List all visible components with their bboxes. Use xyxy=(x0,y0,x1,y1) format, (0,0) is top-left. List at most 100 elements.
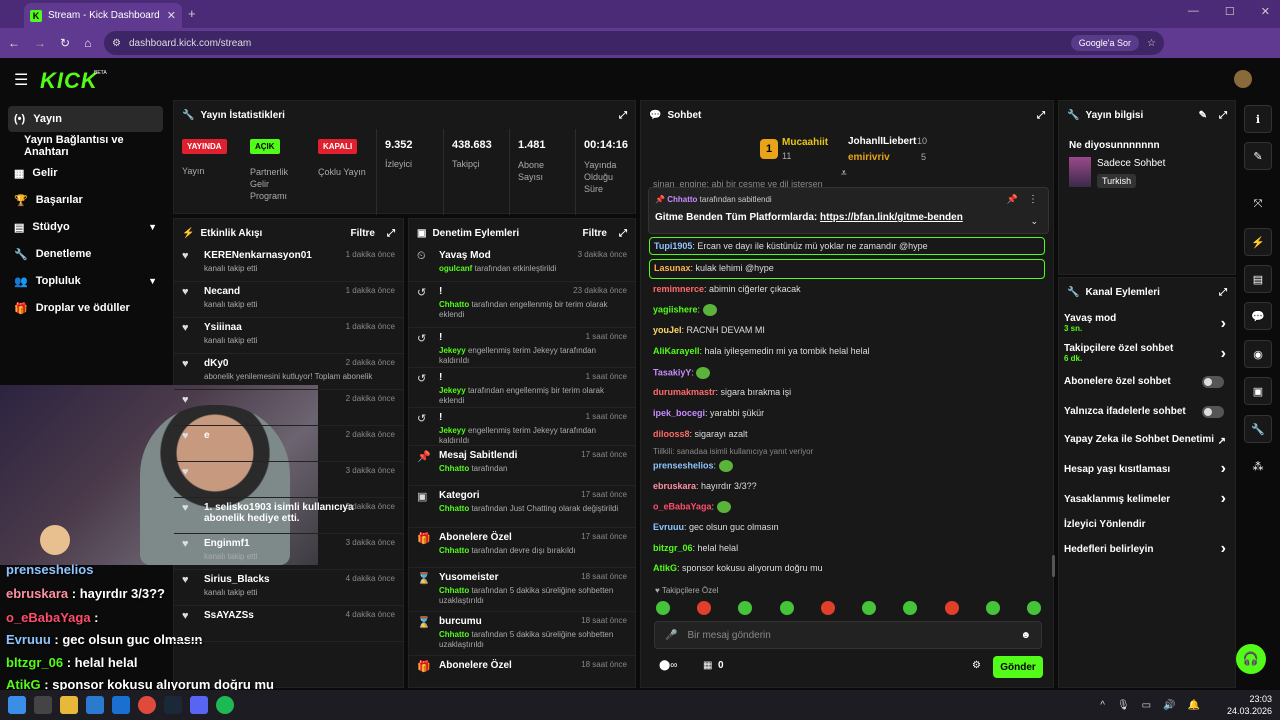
moderation-user[interactable]: Jekeyy xyxy=(439,426,466,435)
activity-item[interactable]: ♥ 1. selisko1903 isimli kullanıcıya abone… xyxy=(174,498,403,534)
activity-item[interactable]: ♥ Ysiiinaa kanalı takip etti 1 dakika önce xyxy=(174,318,403,354)
chat-message[interactable]: remimnerce: abimin ciğerler çıkacak xyxy=(653,284,801,294)
info-icon[interactable]: ℹ xyxy=(1244,105,1272,133)
moderation-item[interactable]: ⌛ Yusomeister Chhatto tarafından 5 dakika … xyxy=(409,568,635,612)
chat-message[interactable]: Lasunax: kulak lehimi @hype xyxy=(649,259,1045,279)
steam-icon[interactable] xyxy=(164,696,182,714)
leader-one-name[interactable]: Mucaahiit xyxy=(782,137,828,148)
channel-action-item[interactable]: Yalnızca ifadelerle sohbet xyxy=(1064,406,1230,418)
moderation-item[interactable]: 🎁 Abonelere Özel Chhatto tarafından devre … xyxy=(409,528,635,568)
chat-username[interactable]: youJel xyxy=(653,325,682,335)
discord-icon[interactable] xyxy=(190,696,208,714)
emoji-picker-icon[interactable]: ☻ xyxy=(1020,630,1031,641)
clock[interactable]: 23:03 24.03.2026 xyxy=(1227,693,1272,717)
popout-icon[interactable]: ⤢ xyxy=(1219,110,1227,121)
gift-icon[interactable]: ▦ xyxy=(703,660,712,671)
moderation-user[interactable]: ogulcanf xyxy=(439,264,472,273)
bookmark-star-icon[interactable]: ☆ xyxy=(1147,38,1156,49)
close-tab-icon[interactable]: ✕ xyxy=(167,9,176,22)
pinned-by-user[interactable]: Chhatto xyxy=(667,195,697,204)
activity-item[interactable]: ♥ e 2 dakika önce xyxy=(174,426,403,462)
chevron-down-icon[interactable]: ⌄ xyxy=(1030,216,1038,227)
moderation-user[interactable]: Jekeyy xyxy=(439,346,466,355)
emote-icon[interactable] xyxy=(862,601,877,615)
address-bar[interactable]: ⚙ dashboard.kick.com/stream Google'a Sor… xyxy=(104,31,1164,55)
edit-pencil-icon[interactable]: ✎ xyxy=(1199,110,1207,121)
chat-message[interactable]: AliKarayell: hala iyileşemedin mi ya tom… xyxy=(653,346,870,356)
maximize-icon[interactable]: ☐ xyxy=(1225,5,1235,18)
new-tab-icon[interactable]: + xyxy=(188,6,196,21)
channel-action-item[interactable]: Yavaş mod 3 sn. › xyxy=(1064,313,1230,333)
channel-points-icon[interactable]: ⬤∞ xyxy=(659,660,677,671)
back-icon[interactable]: ← xyxy=(8,36,20,50)
emote-icon[interactable] xyxy=(697,601,712,615)
tray-chevron-icon[interactable]: ^ xyxy=(1100,700,1105,711)
shield-icon[interactable]: ▣ xyxy=(1244,377,1272,405)
mic-icon[interactable]: 🎙 xyxy=(1117,700,1130,711)
moderation-item[interactable]: 📌 Mesaj Sabitlendi Chhatto tarafından 17 sa… xyxy=(409,446,635,486)
moderation-item[interactable]: ↺! Jekeyy engellenmiş terim Jekeyy tarafı… xyxy=(409,408,635,446)
external-link-icon[interactable]: ↗ xyxy=(1218,436,1226,447)
chat-message[interactable]: durumakmastr: sigara bırakma işi xyxy=(653,387,791,397)
chat-username[interactable]: prenseshelios xyxy=(653,460,714,470)
search-icon[interactable] xyxy=(34,696,52,714)
broadcast-icon[interactable]: ◉ xyxy=(1244,340,1272,368)
more-options-icon[interactable]: ⋮ xyxy=(1028,194,1038,205)
network-icon[interactable]: ▭ xyxy=(1142,700,1151,711)
sidebar-item-droplar[interactable]: 🎁 Droplar ve ödüller xyxy=(8,295,163,321)
channel-action-item[interactable]: Yapay Zeka ile Sohbet Denetimi ↗ xyxy=(1064,434,1230,447)
popout-icon[interactable]: ⤢ xyxy=(1219,287,1227,298)
menu-hamburger-icon[interactable]: ☰ xyxy=(14,70,28,90)
fullscreen-icon[interactable]: ⤧ xyxy=(1244,190,1272,218)
chat-message[interactable]: TasakiyY: xyxy=(653,367,711,379)
language-tag[interactable]: Turkish xyxy=(1097,174,1137,188)
activity-item[interactable]: ♥ Enginmf1 kanalı takip etti 3 dakika önce xyxy=(174,534,403,570)
chat-message[interactable]: yagiishere: xyxy=(653,304,717,316)
chat-username[interactable]: AliKarayell xyxy=(653,346,700,356)
chat-username[interactable]: AtikG xyxy=(653,563,677,573)
activity-item[interactable]: ♥ KERENenkarnasyon01 kanalı takip etti 1 da… xyxy=(174,246,403,282)
moderation-user[interactable]: Chhatto xyxy=(439,504,469,513)
document-icon[interactable]: ▤ xyxy=(1244,265,1272,293)
activity-item[interactable]: ♥ dKy0 abonelik yenilemesini kutluyor! Top… xyxy=(174,354,403,390)
activity-item[interactable]: ♥ 2 dakika önce xyxy=(174,390,403,426)
collapse-icon[interactable]: ⩡ xyxy=(841,168,847,179)
chat-username[interactable]: Evruuu xyxy=(653,522,684,532)
moderation-user[interactable]: Chhatto xyxy=(439,586,469,595)
chat-scrollbar[interactable] xyxy=(1052,555,1055,577)
chat-message[interactable]: dilooss8: sigarayı azalt xyxy=(653,429,748,439)
stream-category[interactable]: Sadece Sohbet xyxy=(1097,158,1165,169)
emote-icon[interactable] xyxy=(944,601,959,615)
activity-item[interactable]: ♥ SsAYAZSs 4 dakika önce xyxy=(174,606,403,642)
emote-icon[interactable] xyxy=(779,601,794,615)
sidebar-item-yayin[interactable]: (•) Yayın xyxy=(8,106,163,132)
emote-icon[interactable] xyxy=(820,601,835,615)
sidebar-item-topluluk[interactable]: 👥 Topluluk ▼ xyxy=(8,268,163,294)
forward-icon[interactable]: → xyxy=(34,36,46,50)
leader-two-name[interactable]: JohanlILiebert xyxy=(848,136,916,147)
support-headset-icon[interactable]: 🎧 xyxy=(1236,644,1266,674)
moderation-user[interactable]: Chhatto xyxy=(439,546,469,555)
moderation-item[interactable]: ⏲ Yavaş Mod ogulcanf tarafından etkinleşti… xyxy=(409,246,635,282)
activity-item[interactable]: ♥ Sirius_Blacks kanalı takip etti 4 dakika … xyxy=(174,570,403,606)
activity-item[interactable]: ♥ Necand kanalı takip etti 1 dakika önce xyxy=(174,282,403,318)
moderation-user[interactable]: Chhatto xyxy=(439,300,469,309)
moderation-item[interactable]: ⌛ burcumu Chhatto tarafından 5 dakika süre… xyxy=(409,612,635,656)
filter-button[interactable]: Filtre xyxy=(583,228,607,239)
channel-action-item[interactable]: İzleyici Yönlendir xyxy=(1064,519,1230,530)
moderation-user[interactable]: Chhatto xyxy=(439,464,469,473)
chat-message[interactable]: youJel: RACNH DEVAM MI xyxy=(653,325,765,335)
leader-three-name[interactable]: emirivriv xyxy=(848,152,890,163)
channel-action-item[interactable]: Hesap yaşı kısıtlaması › xyxy=(1064,460,1230,477)
outlook-icon[interactable] xyxy=(112,696,130,714)
chat-message[interactable]: Evruuu: gec olsun guc olmasın xyxy=(653,522,779,532)
filter-button[interactable]: Filtre xyxy=(351,228,375,239)
chrome-icon[interactable] xyxy=(138,696,156,714)
moderation-item[interactable]: ↺! Chhatto tarafından engellenmiş bir ter… xyxy=(409,282,635,328)
chat-message[interactable]: AtikG: sponsor kokusu alıyorum doğru mu xyxy=(653,563,823,573)
file-explorer-icon[interactable] xyxy=(60,696,78,714)
chat-username[interactable]: dilooss8 xyxy=(653,429,690,439)
chat-message[interactable]: bitzgr_06: helal helal xyxy=(653,543,738,553)
google-ask-button[interactable]: Google'a Sor xyxy=(1070,35,1140,51)
channel-action-item[interactable]: Yasaklanmış kelimeler › xyxy=(1064,490,1230,507)
